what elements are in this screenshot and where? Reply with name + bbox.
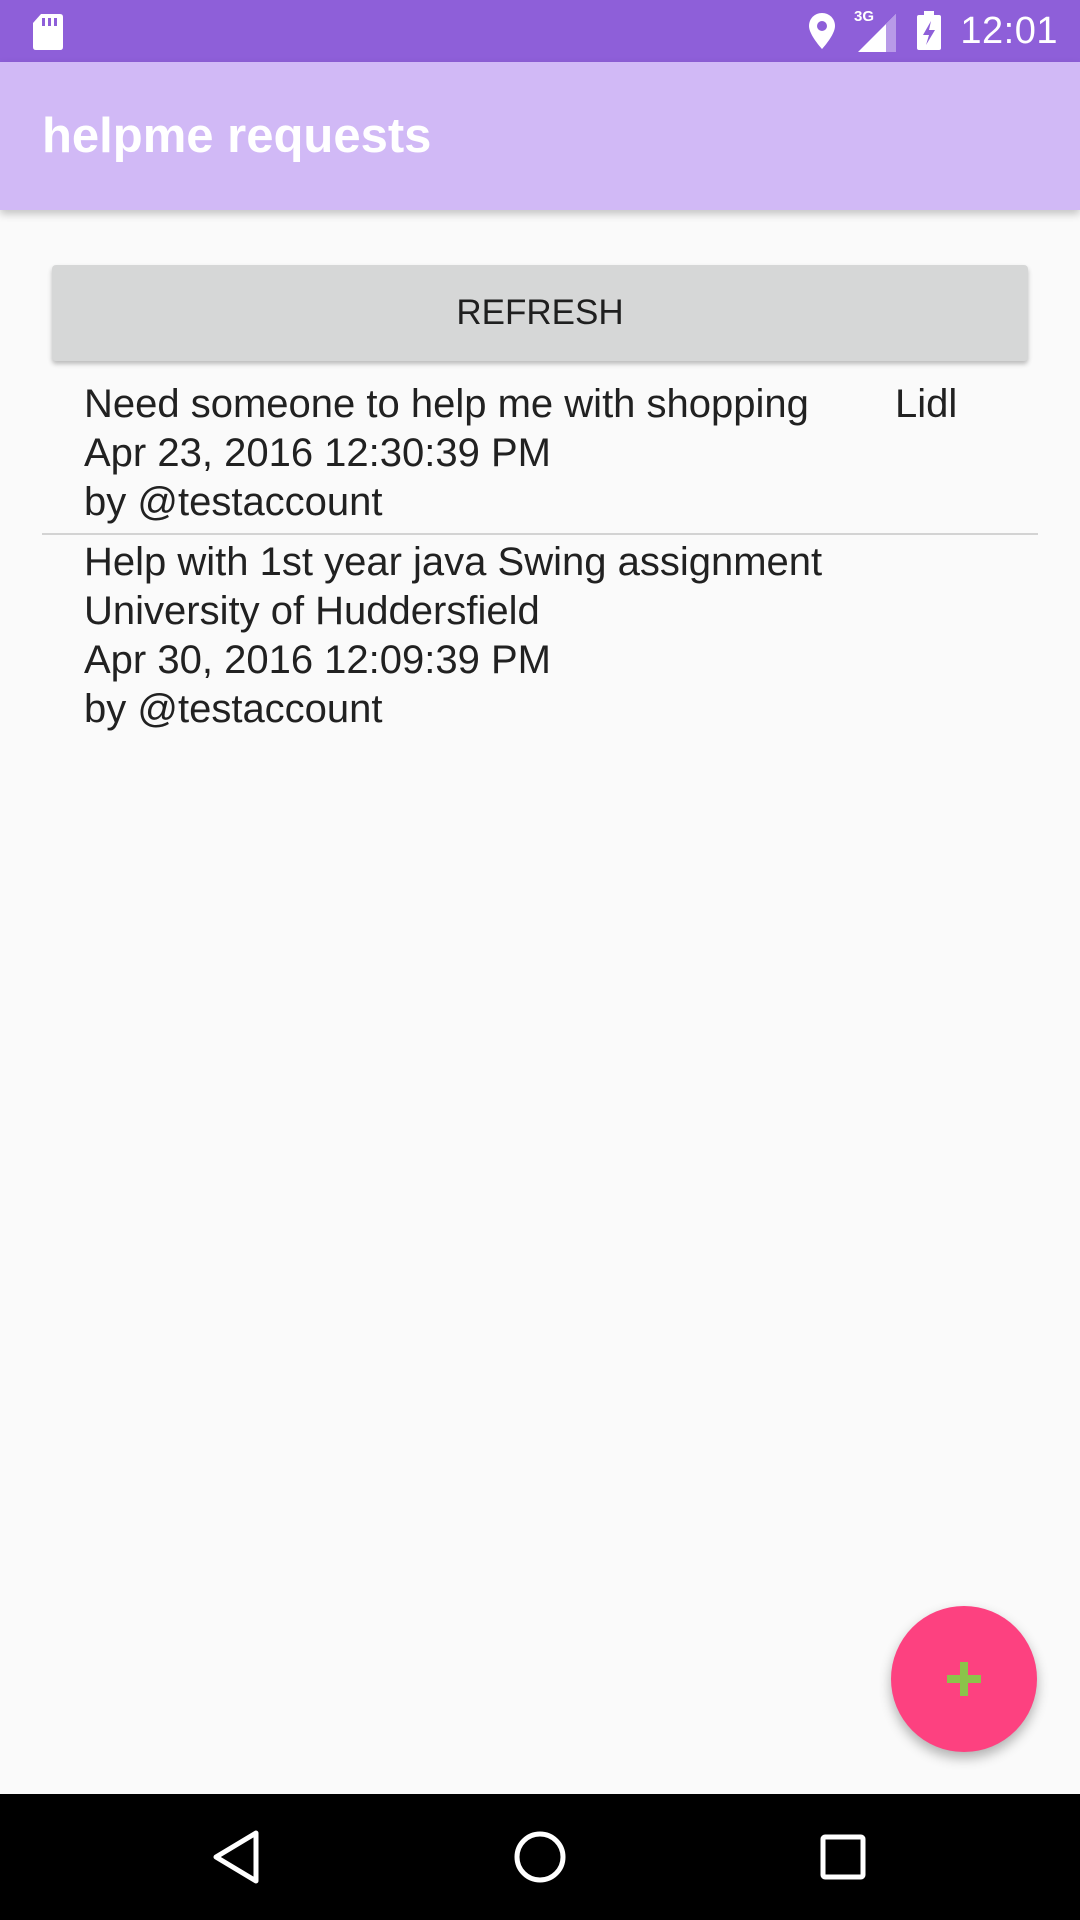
app-title: helpme requests: [42, 109, 432, 163]
request-date: Apr 30, 2016 12:09:39 PM: [84, 638, 551, 682]
request-date: Apr 23, 2016 12:30:39 PM: [84, 431, 551, 475]
recents-button[interactable]: [806, 1820, 880, 1894]
battery-charging-icon: [917, 11, 942, 50]
plus-icon: [947, 1662, 981, 1696]
request-location: Lidl: [895, 382, 958, 426]
recents-icon: [820, 1834, 866, 1880]
sd-card-icon: [33, 14, 63, 50]
home-button[interactable]: [503, 1820, 577, 1894]
refresh-button[interactable]: REFRESH: [52, 265, 1028, 361]
status-bar: 3G 12:01: [0, 0, 1080, 62]
request-author: by @testaccount: [84, 687, 383, 731]
navigation-bar: [0, 1794, 1080, 1920]
network-type-label: 3G: [854, 8, 874, 25]
app-bar: helpme requests: [0, 62, 1080, 210]
location-pin-icon: [809, 13, 836, 49]
home-icon: [514, 1831, 566, 1883]
list-item[interactable]: Help with 1st year java Swing assignment…: [0, 538, 1080, 752]
request-title: Help with 1st year java Swing assignment: [84, 540, 823, 584]
request-list: Need someone to help me with shopping Li…: [0, 380, 1080, 731]
list-item[interactable]: Need someone to help me with shopping Li…: [0, 380, 1080, 534]
status-time: 12:01: [960, 9, 1058, 52]
add-request-button[interactable]: [891, 1606, 1037, 1752]
list-divider: [42, 533, 1038, 535]
request-location: University of Huddersfield: [84, 589, 540, 633]
back-button[interactable]: [199, 1820, 273, 1894]
back-icon: [213, 1830, 259, 1884]
request-title: Need someone to help me with shopping: [84, 382, 809, 426]
status-icons: 3G 12:01: [808, 0, 1058, 62]
main-content: REFRESH Need someone to help me with sho…: [0, 210, 1080, 1794]
signal-icon: 3G: [854, 8, 897, 52]
request-author: by @testaccount: [84, 480, 383, 524]
